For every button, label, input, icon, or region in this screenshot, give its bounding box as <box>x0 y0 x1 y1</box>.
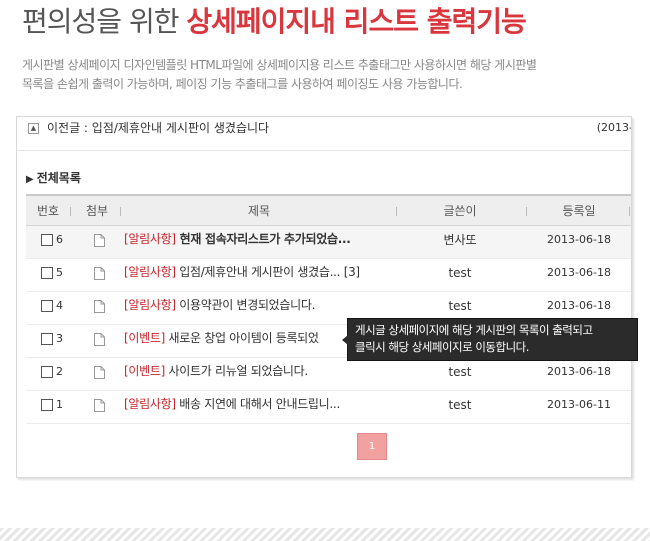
row-checkbox[interactable] <box>41 234 53 246</box>
row-subject-link[interactable]: [이벤트] 사이트가 리뉴얼 되었습니다. <box>124 363 308 379</box>
row-subject-link[interactable]: [알림사항] 이용약관이 변경되었습니다. <box>124 297 315 313</box>
document-icon <box>94 366 105 379</box>
document-icon <box>94 267 105 280</box>
row-author: test <box>448 299 472 313</box>
list-section-title: ▶ 전체목록 <box>26 170 81 188</box>
table-row: 6 [알림사항] 현재 접속자리스트가 추가되었습... 변사또 2013-06… <box>26 226 631 259</box>
document-icon <box>94 300 105 313</box>
row-date: 2013-06-18 <box>547 266 611 279</box>
row-author: test <box>448 365 472 379</box>
pagination-page-button[interactable]: 1 <box>357 433 387 460</box>
row-subject-link[interactable]: [이벤트] 새로운 창업 아이템이 등록되었 <box>124 330 319 346</box>
hero-title-strong: 상세페이지내 리스트 출력기능 <box>186 5 526 38</box>
row-date: 2013-06-18 <box>547 233 611 246</box>
header-separator <box>526 207 527 216</box>
row-category: [알림사항] <box>124 232 176 246</box>
section-arrow-icon: ▶ <box>26 174 34 185</box>
row-author: 변사또 <box>443 233 477 247</box>
row-checkbox[interactable] <box>41 366 53 378</box>
row-date: 2013-06-18 <box>547 299 611 312</box>
row-author: test <box>448 266 472 280</box>
prev-post-row[interactable]: ▲ 이전글 : 입점/제휴안내 게시판이 생겼습니다 (2013- <box>17 117 632 151</box>
row-title: 배송 지연에 대해서 안내드립니... <box>175 397 340 411</box>
row-date: 2013-06-11 <box>547 398 611 411</box>
section-title-label: 전체목록 <box>36 171 81 185</box>
row-category: [알림사항] <box>124 265 176 279</box>
row-title: 새로운 창업 아이템이 등록되었 <box>164 331 319 345</box>
list-header: 번호 첨부 제목 글쓴이 등록일 <box>26 194 631 226</box>
hero-title-light: 편의성을 위한 <box>22 5 187 38</box>
row-checkbox[interactable] <box>41 267 53 279</box>
row-checkbox[interactable] <box>41 333 53 345</box>
row-title: 입점/제휴안내 게시판이 생겼습... [3] <box>175 265 360 279</box>
row-title: 사이트가 리뉴얼 되었습니다. <box>164 364 308 378</box>
prev-post-date: (2013- <box>596 121 632 134</box>
collapse-arrow-icon[interactable]: ▲ <box>28 123 39 134</box>
header-separator <box>70 207 71 216</box>
description-line-2: 목록을 손쉽게 출력이 가능하며, 페이징 기능 추출태그를 사용하여 페이징도… <box>22 77 463 91</box>
row-subject-link[interactable]: [알림사항] 현재 접속자리스트가 추가되었습... <box>124 231 351 247</box>
table-row: 1 [알림사항] 배송 지연에 대해서 안내드립니... test 2013-0… <box>26 391 631 424</box>
header-author: 글쓴이 <box>443 204 477 218</box>
hero-title: 편의성을 위한 상세페이지내 리스트 출력기능 <box>22 2 527 42</box>
description-line-1: 게시판별 상세페이지 디자인템플릿 HTML파일에 상세페이지용 리스트 추출태… <box>22 58 537 72</box>
header-separator <box>396 207 397 216</box>
row-category: [알림사항] <box>124 298 176 312</box>
row-checkbox[interactable] <box>41 300 53 312</box>
header-attach: 첨부 <box>85 204 109 218</box>
document-icon <box>94 333 105 346</box>
header-separator <box>120 207 121 216</box>
row-title: 이용약관이 변경되었습니다. <box>175 298 316 312</box>
header-num: 번호 <box>36 204 60 218</box>
bottom-divider <box>0 528 650 541</box>
row-category: [이벤트] <box>124 331 165 345</box>
row-number: 5 <box>56 266 63 279</box>
row-number: 1 <box>56 398 63 411</box>
table-row: 5 [알림사항] 입점/제휴안내 게시판이 생겼습... [3] test 20… <box>26 259 631 292</box>
row-number: 3 <box>56 332 63 345</box>
feature-tooltip: 게시글 상세페이지에 해당 게시판의 목록이 출력되고 클릭시 해당 상세페이지… <box>342 318 638 361</box>
row-checkbox[interactable] <box>41 399 53 411</box>
row-title: 현재 접속자리스트가 추가되었습... <box>175 232 351 246</box>
feature-description: 게시판별 상세페이지 디자인템플릿 HTML파일에 상세페이지용 리스트 추출태… <box>22 56 632 94</box>
header-date: 등록일 <box>562 204 596 218</box>
row-number: 4 <box>56 299 63 312</box>
tooltip-line-1: 게시글 상세페이지에 해당 게시판의 목록이 출력되고 <box>355 323 593 337</box>
table-row: 2 [이벤트] 사이트가 리뉴얼 되었습니다. test 2013-06-18 <box>26 358 631 391</box>
row-author: test <box>448 398 472 412</box>
row-subject-link[interactable]: [알림사항] 배송 지연에 대해서 안내드립니... <box>124 396 340 412</box>
tooltip-line-2: 클릭시 해당 상세페이지로 이동합니다. <box>355 340 529 354</box>
row-category: [이벤트] <box>124 364 165 378</box>
row-subject-link[interactable]: [알림사항] 입점/제휴안내 게시판이 생겼습... [3] <box>124 264 360 280</box>
row-category: [알림사항] <box>124 397 176 411</box>
document-icon <box>94 399 105 412</box>
document-icon <box>94 234 105 247</box>
header-separator <box>629 207 630 216</box>
row-number: 2 <box>56 365 63 378</box>
tooltip-pointer <box>342 335 348 345</box>
header-subject: 제목 <box>247 204 271 218</box>
row-number: 6 <box>56 233 63 246</box>
prev-post-link[interactable]: 이전글 : 입점/제휴안내 게시판이 생겼습니다 <box>47 120 269 136</box>
row-date: 2013-06-18 <box>547 365 611 378</box>
board-detail-panel: ▲ 이전글 : 입점/제휴안내 게시판이 생겼습니다 (2013- ▶ 전체목록 … <box>16 116 632 478</box>
